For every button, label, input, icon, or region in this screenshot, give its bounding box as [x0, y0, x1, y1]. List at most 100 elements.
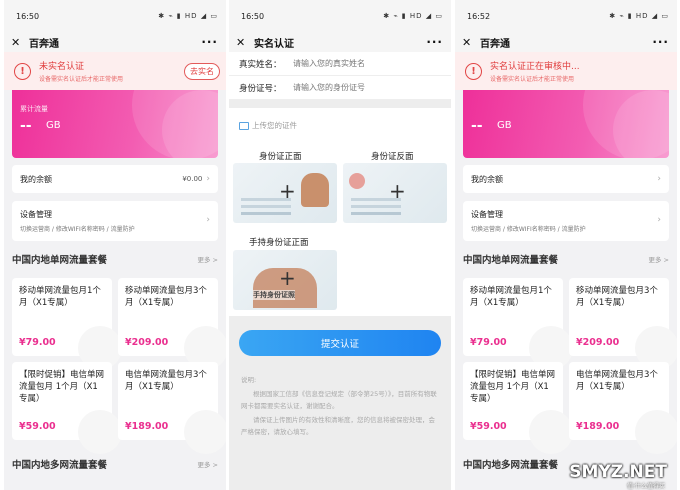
chevron-right-icon: ›	[206, 215, 210, 225]
section-header: 中国内地单网流量套餐 更多 >	[12, 252, 218, 266]
back-label: 身份证反面	[371, 152, 414, 162]
emblem-icon	[349, 173, 365, 189]
warning-icon: !	[14, 62, 31, 80]
package-price: ¥59.00	[19, 421, 56, 432]
more-link[interactable]: 更多 >	[197, 254, 218, 264]
screen-verification-form: 16:50 ✱ ⌁ ▮ HD ◢ ▭ ✕ 实名认证 ··· 真实姓名： 身份证号…	[229, 0, 451, 490]
submit-verification-button[interactable]: 提交认证	[239, 330, 441, 356]
package-name: 移动单网流量包月1个月（X1专属）	[470, 286, 552, 308]
package-price: ¥209.00	[125, 337, 169, 348]
device-management-row[interactable]: 设备管理 切换运营商 / 修改WIFI名称密码 / 流量防护 ›	[12, 201, 218, 241]
package-name: 电信单网流量包月3个月（X1专属）	[125, 370, 207, 392]
balance-value: ¥0.00	[182, 175, 203, 183]
package-card[interactable]: 【限时促销】电信单网流量包月 1个月（X1专属） ¥59.00	[12, 362, 122, 454]
package-card[interactable]: 电信单网流量包月3个月（X1专属） ¥189.00	[569, 362, 677, 454]
id-label: 身份证号：	[239, 83, 282, 94]
package-card[interactable]: 电信单网流量包月3个月（X1专属） ¥189.00	[118, 362, 226, 454]
package-name: 【限时促销】电信单网流量包月 1个月（X1专属）	[19, 370, 105, 404]
package-price: ¥59.00	[470, 421, 507, 432]
title-bar: ✕ 百奔通 ···	[455, 32, 677, 52]
note-item: 请保证上传图片的有效性和清晰度，您的信息将被保密处理，会严格保密，请放心填写。	[241, 416, 435, 436]
section-header: 中国内地多网流量套餐 更多 >	[12, 457, 218, 471]
package-card[interactable]: 【限时促销】电信单网流量包月 1个月（X1专属） ¥59.00	[463, 362, 573, 454]
id-number-input[interactable]	[293, 83, 423, 92]
watermark: SMYZ.NET	[569, 462, 667, 482]
status-bar: 16:50 ✱ ⌁ ▮ HD ◢ ▭	[4, 0, 226, 32]
more-link[interactable]: 更多 >	[197, 459, 218, 469]
upload-hint: 上传您的证件	[239, 120, 297, 131]
more-icon[interactable]: ···	[426, 35, 443, 49]
device-management-row[interactable]: 设备管理 切换运营商 / 修改WIFI名称密码 / 流量防护 ›	[463, 201, 669, 241]
name-row: 真实姓名：	[229, 52, 451, 76]
close-icon[interactable]: ✕	[11, 36, 25, 49]
title-bar: ✕ 实名认证 ···	[229, 32, 451, 52]
warning-icon: !	[465, 62, 482, 80]
package-card[interactable]: 移动单网流量包月1个月（X1专属） ¥79.00	[12, 278, 122, 370]
balance-label: 我的余额	[471, 174, 503, 184]
title-bar: ✕ 百奔通 ···	[4, 32, 226, 52]
status-bar: 16:52 ✱ ⌁ ▮ HD ◢ ▭	[455, 0, 677, 32]
hold-caption: 手持身份证照	[253, 290, 295, 300]
more-icon[interactable]: ···	[201, 35, 218, 49]
package-price: ¥79.00	[470, 337, 507, 348]
status-icons: ✱ ⌁ ▮ HD ◢ ▭	[609, 12, 669, 20]
device-title: 设备管理	[471, 210, 503, 219]
traffic-value: --	[471, 118, 483, 134]
id-row: 身份证号：	[229, 76, 451, 100]
package-price: ¥209.00	[576, 337, 620, 348]
device-subtitle: 切换运营商 / 修改WIFI名称密码 / 流量防护	[471, 226, 586, 233]
traffic-banner: -- GB	[463, 80, 669, 158]
traffic-label: 累计流量	[20, 105, 48, 113]
device-title: 设备管理	[20, 210, 52, 219]
balance-row[interactable]: 我的余额 ›	[463, 165, 669, 193]
alert-subtitle: 设备需实名认证后才能正常使用	[490, 76, 575, 83]
section-title: 中国内地多网流量套餐	[12, 460, 108, 471]
id-card-icon	[239, 121, 249, 130]
app-title: 百奔通	[29, 38, 59, 50]
traffic-banner: 累计流量 -- GB	[12, 80, 218, 158]
more-link[interactable]: 更多 >	[648, 254, 669, 264]
status-icons: ✱ ⌁ ▮ HD ◢ ▭	[158, 12, 218, 20]
app-title: 百奔通	[480, 38, 510, 50]
name-input[interactable]	[293, 59, 423, 68]
upload-panel: 上传您的证件 身份证正面 身份证反面 + + 手持身份证正面 手持身份证照 +	[229, 108, 451, 316]
balance-row[interactable]: 我的余额 ¥0.00 ›	[12, 165, 218, 193]
package-card[interactable]: 移动单网流量包月3个月（X1专属） ¥209.00	[569, 278, 677, 370]
upload-id-back[interactable]: +	[343, 163, 447, 223]
section-title: 中国内地单网流量套餐	[12, 255, 108, 266]
notes: 说明: 根据国家工信部《信息登记规定（部令第25号）》，目前所有物联网卡都需要实…	[241, 372, 439, 438]
screens: 16:50 ✱ ⌁ ▮ HD ◢ ▭ ✕ 百奔通 ··· 累计流量 -- GB …	[0, 0, 680, 490]
upload-id-hold[interactable]: 手持身份证照 +	[233, 250, 337, 310]
plus-icon: +	[389, 179, 406, 203]
clock: 16:50	[16, 11, 40, 21]
upload-id-front[interactable]: +	[233, 163, 337, 223]
package-name: 移动单网流量包月3个月（X1专属）	[125, 286, 207, 308]
status-bar: 16:50 ✱ ⌁ ▮ HD ◢ ▭	[229, 0, 451, 32]
traffic-value: --	[20, 118, 32, 134]
package-card[interactable]: 移动单网流量包月3个月（X1专属） ¥209.00	[118, 278, 226, 370]
clock: 16:50	[241, 11, 265, 21]
verification-alert: ! 实名认证正在审核中... 设备需实名认证后才能正常使用	[455, 52, 677, 90]
plus-icon: +	[279, 179, 296, 203]
watermark-sub: 值·什么值得买	[627, 483, 665, 490]
page-title: 实名认证	[254, 38, 294, 50]
package-price: ¥189.00	[576, 421, 620, 432]
alert-subtitle: 设备需实名认证后才能正常使用	[39, 76, 124, 83]
verify-button[interactable]: 去实名	[184, 62, 220, 80]
package-price: ¥189.00	[125, 421, 169, 432]
screen-home-unverified: 16:50 ✱ ⌁ ▮ HD ◢ ▭ ✕ 百奔通 ··· 累计流量 -- GB …	[4, 0, 226, 490]
package-name: 移动单网流量包月3个月（X1专属）	[576, 286, 658, 308]
package-card[interactable]: 移动单网流量包月1个月（X1专属） ¥79.00	[463, 278, 573, 370]
notes-title: 说明:	[241, 376, 257, 384]
device-subtitle: 切换运营商 / 修改WIFI名称密码 / 流量防护	[20, 226, 135, 233]
note-item: 根据国家工信部《信息登记规定（部令第25号）》，目前所有物联网卡都需要实名认证，…	[241, 390, 437, 410]
chevron-right-icon: ›	[206, 174, 210, 184]
verification-alert: ! 未实名认证 设备需实名认证后才能正常使用 去实名	[4, 52, 226, 90]
more-icon[interactable]: ···	[652, 35, 669, 49]
close-icon[interactable]: ✕	[236, 36, 250, 49]
traffic-unit: GB	[46, 120, 61, 131]
package-name: 电信单网流量包月3个月（X1专属）	[576, 370, 658, 392]
status-icons: ✱ ⌁ ▮ HD ◢ ▭	[383, 12, 443, 20]
close-icon[interactable]: ✕	[462, 36, 476, 49]
balance-label: 我的余额	[20, 174, 52, 184]
